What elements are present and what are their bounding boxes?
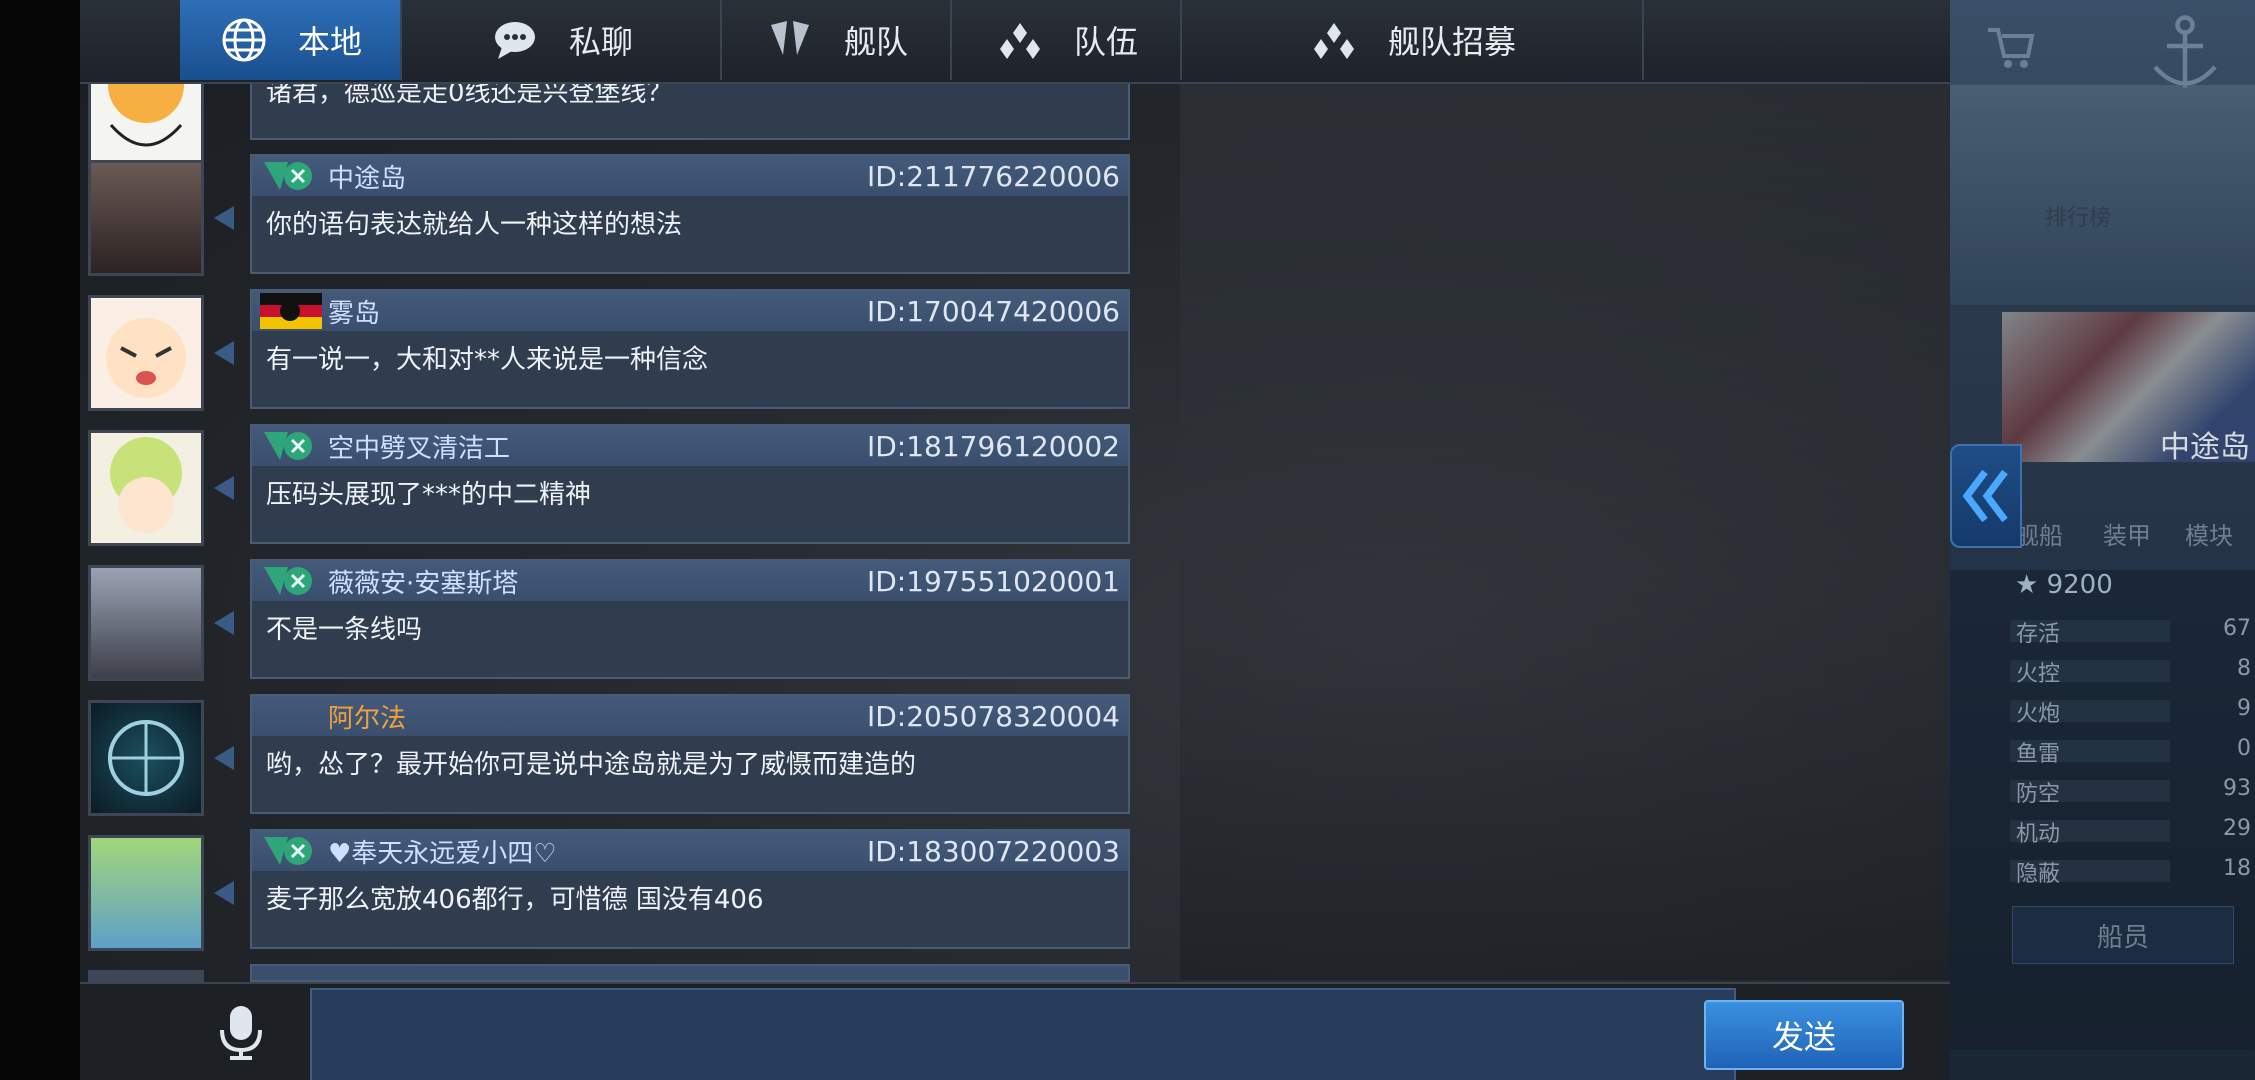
shop-cart-icon: [1988, 28, 2035, 68]
collapse-chat-button[interactable]: [1950, 444, 2022, 548]
ranking-banner: [1950, 85, 2255, 305]
tab-label: 舰队招募: [1387, 23, 1516, 61]
module-tab[interactable]: 模块: [2185, 516, 2233, 551]
stat-row: 火控 8: [2010, 656, 2255, 687]
chat-channel-tabs: 本地 私聊 舰队 队伍 舰队招募: [80, 0, 1950, 84]
message-bubble[interactable]: ♥奉天永远爱小四♡ ID:183007220003 麦子那么宽放406都行，可惜…: [250, 829, 1130, 949]
fleet-emblem-icon: [264, 162, 312, 190]
chat-bubble-icon: [489, 14, 541, 66]
sender-id: ID:211776220006: [866, 159, 1120, 193]
sender-id: ID:183007220003: [866, 834, 1120, 868]
shield-emblem-icon: [764, 14, 816, 66]
german-flag-icon: [260, 293, 322, 329]
tab-label: 本地: [297, 23, 362, 61]
screen-bezel: [0, 0, 80, 1080]
stat-row: 火炮 9: [2010, 696, 2255, 727]
tab-team[interactable]: 队伍: [952, 0, 1182, 80]
avatar[interactable]: [88, 700, 204, 816]
tab-fleet[interactable]: 舰队: [722, 0, 952, 80]
avatar[interactable]: [88, 295, 204, 411]
sender-name[interactable]: 薇薇安·安塞斯塔: [328, 563, 518, 600]
sender-id: ID:170047420006: [866, 294, 1120, 328]
chat-message-input[interactable]: [310, 988, 1736, 1080]
stat-row: 鱼雷 0: [2010, 736, 2255, 767]
message-text: 麦子那么宽放406都行，可惜德 国没有406: [266, 885, 764, 915]
armor-tab[interactable]: 装甲: [2103, 516, 2151, 551]
sender-name[interactable]: 空中劈叉清洁工: [328, 428, 510, 465]
microphone-icon: [220, 1006, 262, 1060]
chat-message: 阿尔法 ID:205078320004 哟，怂了？最开始你可是说中途岛就是为了威…: [80, 694, 1130, 816]
chat-input-bar: 发送: [80, 982, 1950, 1080]
tab-label: 舰队: [843, 23, 908, 61]
sender-id: ID:181796120002: [866, 429, 1120, 463]
message-text: 压码头展现了***的中二精神: [266, 480, 592, 510]
message-bubble[interactable]: 雾岛 ID:170047420006 有一说一，大和对**人来说是一种信念: [250, 289, 1130, 409]
message-bubble[interactable]: 空中劈叉清洁工 ID:181796120002 压码头展现了***的中二精神: [250, 424, 1130, 544]
team-dots-icon: [1308, 14, 1360, 66]
avatar[interactable]: [88, 160, 204, 276]
chat-message: ♥奉天永远爱小四♡ ID:183007220003 麦子那么宽放406都行，可惜…: [80, 829, 1130, 951]
send-button[interactable]: 发送: [1704, 1000, 1904, 1070]
tab-local[interactable]: 本地: [180, 0, 402, 80]
tab-label: 队伍: [1073, 23, 1138, 61]
avatar[interactable]: [88, 835, 204, 951]
chat-message: 中途岛 ID:211776220006 你的语句表达就给人一种这样的想法: [80, 154, 1130, 276]
message-bubble[interactable]: 中途岛 ID:211776220006 你的语句表达就给人一种这样的想法: [250, 154, 1130, 274]
ship-tab[interactable]: 舰船: [2015, 516, 2063, 551]
message-text: 你的语句表达就给人一种这样的想法: [266, 210, 683, 240]
double-chevron-left-icon: [1962, 469, 2008, 523]
chat-message: 薇薇安·安塞斯塔 ID:197551020001 不是一条线吗: [80, 559, 1130, 681]
tab-private-chat[interactable]: 私聊: [402, 0, 722, 80]
message-text: 有一说一，大和对**人来说是一种信念: [266, 345, 709, 375]
voice-input-button[interactable]: [210, 1002, 272, 1064]
ranking-label: 排行榜: [2045, 206, 2112, 231]
avatar-partial: [88, 970, 204, 982]
sender-name[interactable]: ♥奉天永远爱小四♡: [328, 833, 557, 870]
avatar[interactable]: [88, 565, 204, 681]
stat-row: 隐蔽 18: [2010, 856, 2255, 887]
sender-id: ID:197551020001: [866, 564, 1120, 598]
sender-name[interactable]: 阿尔法: [328, 698, 406, 735]
chat-message: 空中劈叉清洁工 ID:181796120002 压码头展现了***的中二精神: [80, 424, 1130, 546]
ship-score: ★ 9200: [2015, 570, 2113, 600]
tab-fleet-recruit[interactable]: 舰队招募: [1182, 0, 1644, 80]
team-dots-icon: [994, 14, 1046, 66]
sender-name[interactable]: 雾岛: [328, 293, 380, 330]
message-bubble[interactable]: 阿尔法 ID:205078320004 哟，怂了？最开始你可是说中途岛就是为了威…: [250, 694, 1130, 814]
avatar[interactable]: [88, 430, 204, 546]
stat-row: 机动 29: [2010, 816, 2255, 847]
sender-name[interactable]: 中途岛: [328, 158, 406, 195]
message-text: 不是一条线吗: [266, 615, 423, 645]
crew-button[interactable]: 船员: [2012, 906, 2234, 964]
chat-message: 雾岛 ID:170047420006 有一说一，大和对**人来说是一种信念: [80, 289, 1130, 411]
fleet-emblem-icon: [264, 837, 312, 865]
sender-id: ID:205078320004: [866, 699, 1120, 733]
tab-label: 私聊: [568, 23, 633, 61]
chat-screen: 排行榜 存活 67 火控 8 火炮 9 鱼雷 0 防空 93 机动 29 隐蔽 18 舰船 装…: [0, 0, 2255, 1080]
fleet-emblem-icon: [264, 432, 312, 460]
globe-icon: [218, 14, 270, 66]
message-bubble-partial: [250, 964, 1130, 982]
message-bubble[interactable]: 薇薇安·安塞斯塔 ID:197551020001 不是一条线吗: [250, 559, 1130, 679]
fleet-emblem-icon: [264, 567, 312, 595]
message-text: 哟，怂了？最开始你可是说中途岛就是为了威慑而建造的: [266, 750, 917, 780]
stat-row: 防空 93: [2010, 776, 2255, 807]
stat-row: 存活 67: [2010, 616, 2255, 647]
ship-name: 中途岛: [2160, 430, 2250, 465]
